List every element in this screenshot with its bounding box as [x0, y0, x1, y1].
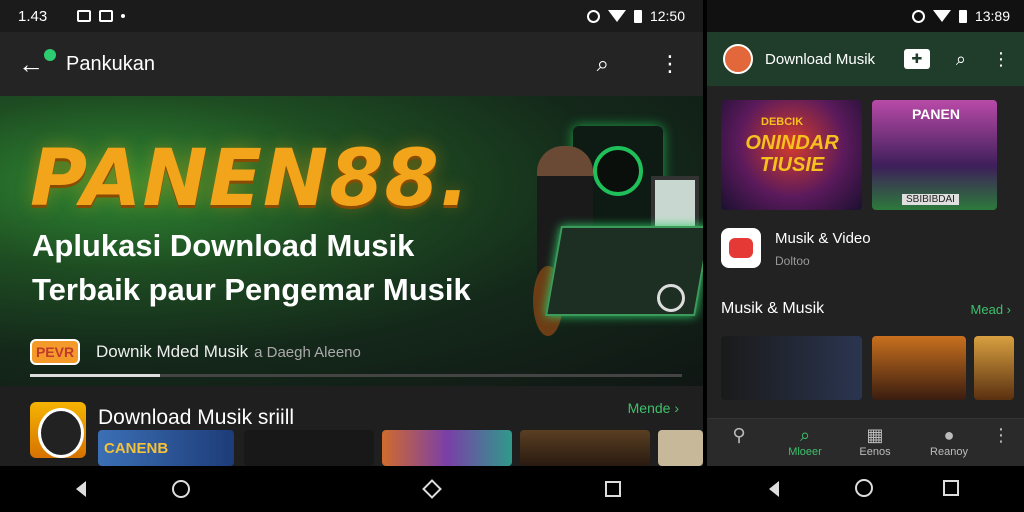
person-icon: ●: [943, 425, 955, 445]
list-item[interactable]: Musik & Video Doltoo: [721, 222, 1011, 272]
nav-recents-icon[interactable]: [605, 481, 621, 497]
alarm-icon: [586, 9, 600, 23]
section-title: Musik & Musik: [721, 300, 825, 317]
card-footer: SBIBIBDAI: [902, 194, 959, 205]
section-header: Musik & Musik Mead ›: [721, 300, 1011, 318]
tab-more[interactable]: ⋮: [971, 425, 1024, 446]
more-vert-icon: ⋮: [992, 425, 1010, 445]
app-bar: Download Musik ✚ ⌕ ⋮: [707, 32, 1024, 86]
card-item[interactable]: [382, 430, 512, 466]
battery-icon: [958, 9, 967, 23]
app-notification-icon: [99, 10, 114, 22]
tab-link[interactable]: ⚲: [709, 425, 769, 446]
link-icon: ⚲: [732, 425, 746, 445]
nav-assistant-icon[interactable]: [422, 479, 442, 499]
card-title: ONINDAR TIUSIE: [745, 132, 839, 176]
alarm-icon: [911, 9, 925, 23]
app-bar: ← Pankukan ⌕ ⋮: [0, 32, 703, 96]
left-phone-screen: 1.43 12:50 ← Pankukan ⌕ ⋮ PANEN88. Apluk…: [0, 0, 703, 512]
status-right: 13:89: [911, 0, 1010, 32]
card-item[interactable]: [244, 430, 374, 466]
speaker-cone-graphic: [593, 146, 643, 196]
card-title: PANEN: [912, 106, 960, 122]
status-bar: 1.43 12:50: [0, 0, 703, 32]
system-nav-bar: [707, 466, 1024, 512]
more-vert-icon[interactable]: ⋮: [992, 49, 1010, 70]
map-icon: ▦: [866, 425, 884, 445]
play-video-icon: [721, 228, 761, 268]
thumbnail-card[interactable]: [721, 336, 862, 400]
tab-profile[interactable]: ● Reanoy: [919, 425, 979, 458]
hero-headline-2: Terbaik paur Pengemar Musik: [32, 272, 471, 307]
featured-card[interactable]: DEBCIK ONINDAR TIUSIE: [721, 100, 862, 210]
search-icon[interactable]: ⌕: [597, 51, 609, 77]
card-item[interactable]: [658, 430, 703, 466]
card-top-label: DEBCIK: [761, 116, 804, 128]
cards-row: CANENB: [0, 430, 703, 466]
section-more-link[interactable]: Mende ›: [628, 400, 679, 416]
notification-icons: [77, 10, 126, 22]
section-title: Download Musik sriill: [98, 406, 295, 429]
hero-headline-1: Aplukasi Download Musik: [32, 228, 415, 263]
back-arrow-icon[interactable]: ←: [18, 48, 56, 80]
search-icon: ⌕: [799, 425, 811, 445]
notification-dot-icon: [44, 48, 56, 61]
nav-home-icon[interactable]: [172, 480, 190, 498]
promo-text: Downik Mded Musik: [96, 342, 249, 361]
nav-recents-icon[interactable]: [943, 480, 959, 496]
nav-back-icon[interactable]: [769, 481, 779, 497]
game-controller-icon[interactable]: ✚: [903, 49, 930, 69]
status-bar: 13:89: [707, 0, 1024, 32]
nav-home-icon[interactable]: [855, 479, 873, 497]
app-bar-title: Pankukan: [66, 52, 155, 75]
list-item-subtitle: Doltoo: [775, 254, 810, 268]
bottom-tab-bar: ⚲ ⌕ Mloeer ▦ Eenos ● Reanoy ⋮: [707, 418, 1024, 466]
app-logo-icon[interactable]: [723, 44, 753, 74]
thumbnail-card[interactable]: [872, 336, 966, 400]
hero-banner[interactable]: PANEN88. Aplukasi Download Musik Terbaik…: [0, 96, 703, 386]
battery-icon: [633, 9, 642, 23]
status-right: 12:50: [586, 0, 685, 32]
refresh-icon[interactable]: [657, 284, 685, 312]
tab-map[interactable]: ▦ Eenos: [845, 425, 905, 458]
status-clock: 12:50: [649, 8, 685, 24]
tab-search[interactable]: ⌕ Mloeer: [775, 425, 835, 458]
brand-logo-text: PANEN88.: [30, 134, 471, 224]
featured-card[interactable]: PANEN SBIBIBDAI: [872, 100, 997, 210]
carousel-progress: [30, 374, 682, 377]
promo-badge: PEVR: [30, 339, 80, 365]
more-vert-icon[interactable]: ⋮: [659, 51, 681, 77]
card-item[interactable]: CANENB: [98, 430, 234, 466]
search-icon[interactable]: ⌕: [956, 49, 966, 70]
promo-subtext: a Daegh Aleeno: [254, 343, 361, 361]
app-bar-title: Download Musik: [765, 50, 876, 68]
more-notifications-icon: [121, 14, 126, 18]
thumbnail-card[interactable]: [974, 336, 1014, 400]
card-item[interactable]: [520, 430, 650, 466]
system-nav-bar: [0, 466, 703, 512]
monitor-graphic: [651, 176, 699, 232]
wifi-icon: [932, 10, 951, 22]
right-phone-screen: 13:89 Download Musik ✚ ⌕ ⋮ DEBCIK ONINDA…: [707, 0, 1024, 512]
carousel-progress-fill: [30, 374, 161, 377]
status-time: 1.43: [18, 7, 48, 25]
status-clock: 13:89: [974, 8, 1010, 24]
promo-row[interactable]: PEVR Downik Mded Musik a Daegh Aleeno: [30, 332, 680, 372]
list-item-title: Musik & Video: [775, 230, 871, 247]
wifi-icon: [607, 10, 626, 22]
photo-notification-icon: [77, 10, 92, 22]
nav-back-icon[interactable]: [76, 481, 86, 497]
section-more-link[interactable]: Mead ›: [971, 302, 1011, 317]
